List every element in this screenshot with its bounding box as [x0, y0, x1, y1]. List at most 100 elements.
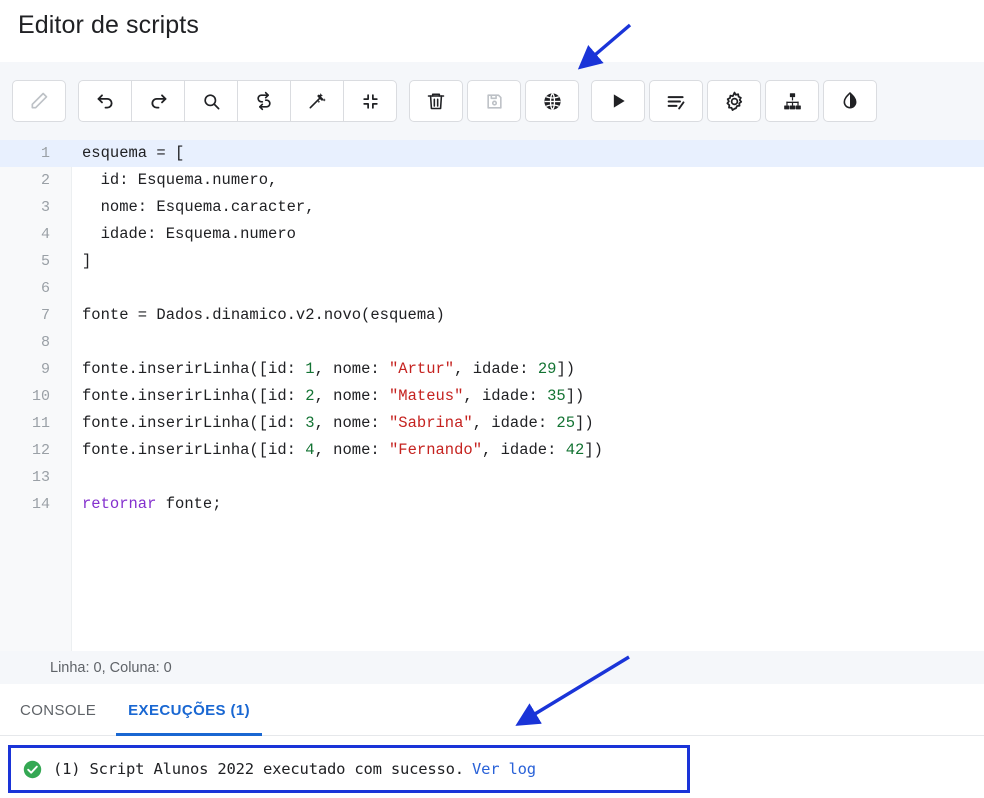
line-number: 2 [40, 172, 50, 189]
token-plain: fonte = Dados.dinamico.v2.novo(esquema) [82, 306, 445, 324]
token-plain: fonte.inserirLinha([id: [82, 414, 306, 432]
token-plain: , idade: [472, 414, 557, 432]
token-str: "Mateus" [388, 387, 464, 405]
compress-icon [362, 93, 378, 109]
page-title: Editor de scripts [18, 11, 199, 39]
token-plain: fonte.inserirLinha([id: [82, 441, 306, 459]
code-line[interactable]: 10 fonte.inserirLinha([id: 2, nome: "Mate… [0, 383, 984, 410]
sitemap-icon [783, 92, 801, 109]
redo-icon [150, 93, 166, 109]
format-button[interactable] [290, 80, 344, 122]
code-line[interactable]: 1 esquema = [ [0, 140, 984, 167]
code-line[interactable]: 6 [0, 275, 984, 302]
gear-icon [725, 91, 742, 111]
line-source: esquema = [ [82, 140, 184, 167]
token-str: "Artur" [388, 360, 455, 378]
token-plain: fonte.inserirLinha([id: [82, 360, 306, 378]
save-button[interactable] [467, 80, 521, 122]
token-plain: , nome: [314, 360, 389, 378]
fullscreen-button[interactable] [343, 80, 397, 122]
token-plain: ]) [565, 387, 585, 405]
view-log-link[interactable]: Ver log [472, 760, 536, 778]
line-source: fonte.inserirLinha([id: 2, nome: "Mateus… [82, 383, 584, 410]
code-line[interactable]: 4 idade: Esquema.numero [0, 221, 984, 248]
undo-icon [97, 93, 113, 109]
settings-button[interactable] [707, 80, 761, 122]
token-num: 35 [547, 387, 566, 405]
undo-button[interactable] [78, 80, 132, 122]
bottom-panel-tabs: CONSOLE EXECUÇÕES (1) [0, 684, 984, 736]
line-number: 1 [40, 145, 50, 162]
cursor-position-text: Linha: 0, Coluna: 0 [50, 659, 172, 676]
log-button[interactable] [649, 80, 703, 122]
list-edit-icon [667, 95, 684, 109]
token-plain: , idade: [482, 441, 566, 459]
code-line[interactable]: 7 fonte = Dados.dinamico.v2.novo(esquema) [0, 302, 984, 329]
deploy-button[interactable] [525, 80, 579, 122]
token-plain: , idade: [454, 360, 538, 378]
token-str: "Sabrina" [388, 414, 473, 432]
replace-icon [257, 91, 271, 111]
result-banner: (1) Script Alunos 2022 executado com suc… [8, 745, 690, 793]
token-plain: fonte; [156, 495, 222, 513]
code-line[interactable]: 2 id: Esquema.numero, [0, 167, 984, 194]
search-icon [203, 93, 219, 109]
line-source: id: Esquema.numero, [82, 167, 278, 194]
line-number: 5 [40, 253, 50, 270]
token-plain: , nome: [314, 414, 389, 432]
line-number: 10 [31, 388, 50, 405]
line-number: 13 [31, 469, 50, 486]
token-plain: ] [82, 252, 92, 270]
token-plain: , nome: [314, 387, 389, 405]
token-num: 1 [305, 360, 315, 378]
code-line[interactable]: 13 [0, 464, 984, 491]
pencil-icon [31, 92, 48, 109]
success-check-icon [23, 760, 42, 778]
line-source: fonte = Dados.dinamico.v2.novo(esquema) [82, 302, 445, 329]
token-plain: , nome: [314, 441, 389, 459]
line-number: 4 [40, 226, 50, 243]
result-message: (1) Script Alunos 2022 executado com suc… [53, 760, 464, 778]
line-number: 11 [31, 415, 50, 432]
token-num: 29 [537, 360, 557, 378]
trash-icon [427, 93, 445, 110]
redo-button[interactable] [131, 80, 185, 122]
replace-button[interactable] [237, 80, 291, 122]
token-plain: , idade: [463, 387, 548, 405]
token-plain: ]) [575, 414, 594, 432]
code-editor[interactable]: 1 esquema = [2 id: Esquema.numero, 3 nome:… [0, 140, 984, 651]
token-str: "Fernando" [388, 441, 482, 459]
line-number: 14 [31, 496, 50, 513]
line-number: 9 [40, 361, 50, 378]
token-plain: ]) [556, 360, 576, 378]
token-num: 4 [305, 441, 315, 459]
line-source: idade: Esquema.numero [82, 221, 296, 248]
delete-button[interactable] [409, 80, 463, 122]
code-line[interactable]: 8 [0, 329, 984, 356]
token-plain: nome: Esquema.caracter, [82, 198, 315, 216]
hierarchy-button[interactable] [765, 80, 819, 122]
code-line[interactable]: 9 fonte.inserirLinha([id: 1, nome: "Artur… [0, 356, 984, 383]
line-number: 7 [40, 307, 50, 324]
find-button[interactable] [184, 80, 238, 122]
code-line[interactable]: 3 nome: Esquema.caracter, [0, 194, 984, 221]
line-source: fonte.inserirLinha([id: 1, nome: "Artur"… [82, 356, 575, 383]
contrast-button[interactable] [823, 80, 877, 122]
line-number: 3 [40, 199, 50, 216]
tab-execucoes[interactable]: EXECUÇÕES (1) [116, 684, 262, 736]
code-line[interactable]: 5] [0, 248, 984, 275]
code-line[interactable]: 11 fonte.inserirLinha([id: 3, nome: "Sabr… [0, 410, 984, 437]
code-line[interactable]: 12 fonte.inserirLinha([id: 4, nome: "Fern… [0, 437, 984, 464]
tab-console[interactable]: CONSOLE [8, 684, 108, 736]
line-number: 8 [40, 334, 50, 351]
run-button[interactable] [591, 80, 645, 122]
token-plain: id: Esquema.numero, [82, 171, 278, 189]
script-editor-page: Editor de scripts 1 esquema = [2 id: Es… [0, 0, 984, 798]
edit-button[interactable] [12, 80, 66, 122]
code-line[interactable]: 14 retornar fonte; [0, 491, 984, 518]
token-plain: ]) [584, 441, 603, 459]
token-kw: retornar [82, 495, 157, 513]
code-lines[interactable]: 1 esquema = [2 id: Esquema.numero, 3 nome:… [0, 140, 984, 518]
token-plain: esquema = [ [82, 144, 185, 162]
cursor-position-bar: Linha: 0, Coluna: 0 [0, 651, 984, 684]
